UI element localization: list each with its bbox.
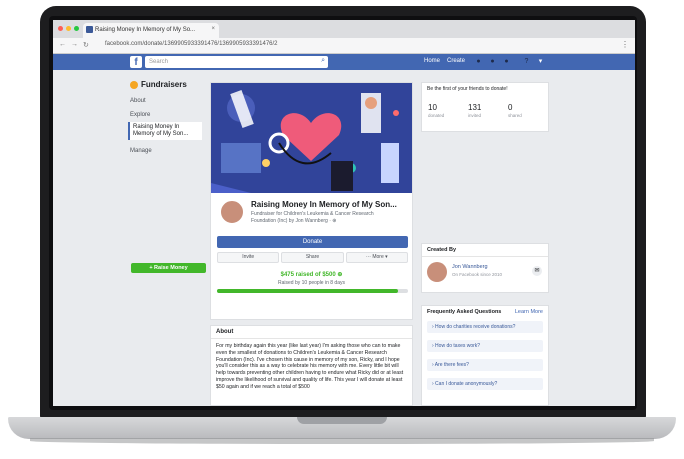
facebook-header: f Search ⌕ Home Create ● ● ● ? ▾: [53, 54, 635, 70]
close-window-button[interactable]: [58, 26, 63, 31]
fundraiser-subtitle: Fundraiser for Children's Leukemia & Can…: [251, 211, 374, 224]
organizer-avatar[interactable]: [219, 199, 245, 225]
facebook-logo[interactable]: f: [130, 56, 142, 68]
stat-value: 0: [508, 103, 513, 112]
minimize-window-button[interactable]: [66, 26, 71, 31]
forward-icon[interactable]: →: [71, 41, 78, 48]
message-icon[interactable]: ✉: [532, 266, 542, 276]
laptop-scene: Raising Money In Memory of My So... × ← …: [0, 0, 684, 459]
friends-heading: Be the first of your friends to donate!: [427, 86, 508, 92]
faq-heading: Frequently Asked Questions: [427, 309, 502, 315]
faq-item[interactable]: › How do taxes work?: [427, 340, 543, 352]
cover-illustration: [211, 83, 412, 193]
faq-card: Frequently Asked Questions Learn More › …: [421, 305, 549, 406]
friends-card: Be the first of your friends to donate! …: [421, 82, 549, 132]
laptop-notch: [297, 417, 387, 424]
progress-fill: [217, 289, 399, 293]
creator-avatar[interactable]: [427, 262, 447, 282]
action-row: Invite Share ··· More ▾: [217, 252, 408, 263]
created-by-card: Created By Jon Wannberg On Facebook sinc…: [421, 243, 549, 293]
window-controls: [58, 26, 79, 31]
maximize-window-button[interactable]: [74, 26, 79, 31]
search-icon[interactable]: ⌕: [321, 57, 325, 65]
about-text: For my birthday again this year (like la…: [216, 343, 404, 390]
search-input[interactable]: Search ⌕: [145, 56, 328, 68]
about-card: About For my birthday again this year (l…: [210, 325, 413, 406]
sidebar-title: Fundraisers: [130, 80, 210, 89]
progress-bar: [217, 289, 408, 293]
faq-item[interactable]: › How do charities receive donations?: [427, 321, 543, 333]
fundraisers-sidebar: Fundraisers About Explore Raising Money …: [128, 80, 210, 162]
back-icon[interactable]: ←: [59, 41, 66, 48]
invite-button[interactable]: Invite: [217, 252, 280, 263]
raised-amount: $475 raised of $500 ⊕: [280, 272, 343, 278]
facebook-favicon-icon: [86, 26, 93, 33]
tab-close-icon[interactable]: ×: [211, 26, 215, 32]
more-button[interactable]: ··· More ▾: [345, 252, 408, 263]
friends-icon[interactable]: ●: [474, 57, 483, 66]
sidebar-item-about[interactable]: About: [130, 98, 210, 104]
help-icon[interactable]: ?: [522, 57, 531, 66]
browser-tabbar: Raising Money In Memory of My So... ×: [53, 20, 635, 38]
stat-shared: 0 shared: [508, 103, 548, 118]
account-menu-icon[interactable]: ▾: [536, 57, 545, 66]
stat-label: donated: [428, 113, 445, 118]
create-link[interactable]: Create: [447, 58, 465, 64]
stat-value: 10: [428, 103, 437, 112]
sidebar-title-text: Fundraisers: [141, 80, 187, 89]
tab-title: Raising Money In Memory of My So...: [95, 27, 196, 33]
faq-item[interactable]: › Can I donate anonymously?: [427, 378, 543, 390]
stat-label: shared: [508, 113, 522, 118]
notifications-icon[interactable]: ●: [502, 57, 511, 66]
search-placeholder: Search: [149, 59, 169, 65]
creator-name[interactable]: Jon Wannberg: [452, 264, 488, 270]
sidebar-item-manage[interactable]: Manage: [130, 148, 210, 154]
raise-money-button[interactable]: + Raise Money: [131, 263, 206, 273]
stat-invited: 131 invited: [468, 103, 508, 118]
faq-item[interactable]: › Are there fees?: [427, 359, 543, 371]
sidebar-item-selected-fundraiser[interactable]: Raising Money In Memory of My Son...: [128, 122, 202, 140]
stat-label: invited: [468, 113, 482, 118]
about-heading: About: [211, 326, 412, 339]
learn-more-link[interactable]: Learn More: [515, 309, 543, 315]
stat-value: 131: [468, 103, 482, 112]
url-field[interactable]: facebook.com/donate/1369905933391476/136…: [105, 41, 278, 47]
fundraiser-card: Raising Money In Memory of My Son... Fun…: [210, 82, 413, 320]
cover-image: [211, 83, 412, 193]
donate-button[interactable]: Donate: [217, 236, 408, 248]
browser-menu-icon[interactable]: ⋮: [621, 40, 629, 49]
stat-donated: 10 donated: [428, 103, 468, 118]
laptop-shadow: [30, 438, 654, 444]
fundraiser-title: Raising Money In Memory of My Son...: [251, 200, 397, 209]
address-bar: ← → ↻ facebook.com/donate/13699059333914…: [53, 38, 635, 54]
share-button[interactable]: Share: [281, 252, 344, 263]
raised-by-text: Raised by 10 people in 8 days: [278, 280, 345, 286]
browser-tab[interactable]: Raising Money In Memory of My So... ×: [83, 23, 219, 38]
creator-since: On Facebook since 2010: [452, 272, 503, 277]
reload-icon[interactable]: ↻: [83, 41, 89, 49]
home-link[interactable]: Home: [424, 58, 440, 64]
created-by-heading: Created By: [422, 244, 548, 257]
messenger-icon[interactable]: ●: [488, 57, 497, 66]
sidebar-item-explore[interactable]: Explore: [130, 112, 210, 118]
fundraiser-icon: [130, 80, 138, 89]
screen: Raising Money In Memory of My So... × ← …: [53, 20, 635, 406]
